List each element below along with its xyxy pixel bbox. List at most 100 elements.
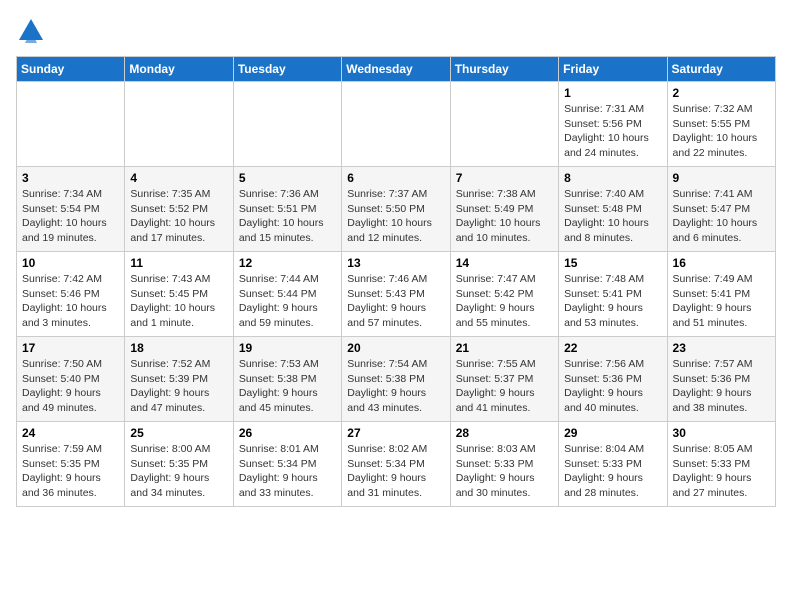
day-info: Sunrise: 7:56 AM Sunset: 5:36 PM Dayligh… (564, 357, 661, 416)
day-number: 15 (564, 256, 661, 270)
day-number: 3 (22, 171, 119, 185)
day-info: Sunrise: 7:57 AM Sunset: 5:36 PM Dayligh… (673, 357, 770, 416)
day-info: Sunrise: 7:42 AM Sunset: 5:46 PM Dayligh… (22, 272, 119, 331)
day-number: 2 (673, 86, 770, 100)
calendar-cell: 11 Sunrise: 7:43 AM Sunset: 5:45 PM Dayli… (125, 252, 233, 337)
day-info: Sunrise: 7:55 AM Sunset: 5:37 PM Dayligh… (456, 357, 553, 416)
day-number: 7 (456, 171, 553, 185)
calendar-cell: 21Sunrise: 7:55 AM Sunset: 5:37 PM Dayli… (450, 337, 558, 422)
day-info: Sunrise: 7:50 AM Sunset: 5:40 PM Dayligh… (22, 357, 119, 416)
week-row-5: 24 Sunrise: 7:59 AM Sunset: 5:35 PM Dayli… (17, 422, 776, 507)
day-number: 17 (22, 341, 119, 355)
day-number: 16 (673, 256, 770, 270)
day-number: 10 (22, 256, 119, 270)
calendar-cell: 17 Sunrise: 7:50 AM Sunset: 5:40 PM Dayli… (17, 337, 125, 422)
logo-icon (16, 16, 46, 46)
calendar-cell (342, 82, 450, 167)
logo (16, 16, 50, 46)
calendar-cell: 28 Sunrise: 8:03 AM Sunset: 5:33 PM Dayli… (450, 422, 558, 507)
calendar-cell: 15 Sunrise: 7:48 AM Sunset: 5:41 PM Dayli… (559, 252, 667, 337)
day-number: 25 (130, 426, 227, 440)
day-info: Sunrise: 7:54 AM Sunset: 5:38 PM Dayligh… (347, 357, 444, 416)
calendar-cell: 4 Sunrise: 7:35 AM Sunset: 5:52 PM Daylig… (125, 167, 233, 252)
week-row-4: 17 Sunrise: 7:50 AM Sunset: 5:40 PM Dayli… (17, 337, 776, 422)
day-number: 30 (673, 426, 770, 440)
calendar-cell: 24 Sunrise: 7:59 AM Sunset: 5:35 PM Dayli… (17, 422, 125, 507)
week-row-1: 1 Sunrise: 7:31 AM Sunset: 5:56 PM Daylig… (17, 82, 776, 167)
calendar-cell: 12 Sunrise: 7:44 AM Sunset: 5:44 PM Dayli… (233, 252, 341, 337)
calendar-cell: 10 Sunrise: 7:42 AM Sunset: 5:46 PM Dayli… (17, 252, 125, 337)
day-info: Sunrise: 7:52 AM Sunset: 5:39 PM Dayligh… (130, 357, 227, 416)
calendar-cell: 23 Sunrise: 7:57 AM Sunset: 5:36 PM Dayli… (667, 337, 775, 422)
day-number: 13 (347, 256, 444, 270)
calendar-cell: 13 Sunrise: 7:46 AM Sunset: 5:43 PM Dayli… (342, 252, 450, 337)
calendar-cell (450, 82, 558, 167)
calendar-cell: 8 Sunrise: 7:40 AM Sunset: 5:48 PM Daylig… (559, 167, 667, 252)
day-number: 12 (239, 256, 336, 270)
day-info: Sunrise: 7:48 AM Sunset: 5:41 PM Dayligh… (564, 272, 661, 331)
day-info: Sunrise: 8:03 AM Sunset: 5:33 PM Dayligh… (456, 442, 553, 501)
col-header-saturday: Saturday (667, 57, 775, 82)
day-info: Sunrise: 7:37 AM Sunset: 5:50 PM Dayligh… (347, 187, 444, 246)
day-info: Sunrise: 7:47 AM Sunset: 5:42 PM Dayligh… (456, 272, 553, 331)
calendar-cell: 2Sunrise: 7:32 AM Sunset: 5:55 PM Daylig… (667, 82, 775, 167)
calendar-cell: 18 Sunrise: 7:52 AM Sunset: 5:39 PM Dayli… (125, 337, 233, 422)
day-info: Sunrise: 7:46 AM Sunset: 5:43 PM Dayligh… (347, 272, 444, 331)
calendar-cell: 20 Sunrise: 7:54 AM Sunset: 5:38 PM Dayli… (342, 337, 450, 422)
calendar-cell: 16Sunrise: 7:49 AM Sunset: 5:41 PM Dayli… (667, 252, 775, 337)
day-number: 24 (22, 426, 119, 440)
calendar-cell: 30 Sunrise: 8:05 AM Sunset: 5:33 PM Dayli… (667, 422, 775, 507)
day-number: 6 (347, 171, 444, 185)
col-header-wednesday: Wednesday (342, 57, 450, 82)
calendar-cell: 9Sunrise: 7:41 AM Sunset: 5:47 PM Daylig… (667, 167, 775, 252)
calendar-cell: 1 Sunrise: 7:31 AM Sunset: 5:56 PM Daylig… (559, 82, 667, 167)
day-number: 26 (239, 426, 336, 440)
day-number: 20 (347, 341, 444, 355)
day-number: 19 (239, 341, 336, 355)
day-info: Sunrise: 7:34 AM Sunset: 5:54 PM Dayligh… (22, 187, 119, 246)
day-number: 5 (239, 171, 336, 185)
day-info: Sunrise: 7:59 AM Sunset: 5:35 PM Dayligh… (22, 442, 119, 501)
day-number: 18 (130, 341, 227, 355)
week-row-3: 10 Sunrise: 7:42 AM Sunset: 5:46 PM Dayli… (17, 252, 776, 337)
day-info: Sunrise: 7:40 AM Sunset: 5:48 PM Dayligh… (564, 187, 661, 246)
calendar-cell: 29 Sunrise: 8:04 AM Sunset: 5:33 PM Dayli… (559, 422, 667, 507)
day-info: Sunrise: 7:35 AM Sunset: 5:52 PM Dayligh… (130, 187, 227, 246)
day-info: Sunrise: 7:44 AM Sunset: 5:44 PM Dayligh… (239, 272, 336, 331)
day-info: Sunrise: 7:38 AM Sunset: 5:49 PM Dayligh… (456, 187, 553, 246)
calendar-cell (233, 82, 341, 167)
header-row: SundayMondayTuesdayWednesdayThursdayFrid… (17, 57, 776, 82)
page-header (16, 16, 776, 46)
calendar-cell: 6 Sunrise: 7:37 AM Sunset: 5:50 PM Daylig… (342, 167, 450, 252)
col-header-friday: Friday (559, 57, 667, 82)
day-info: Sunrise: 8:04 AM Sunset: 5:33 PM Dayligh… (564, 442, 661, 501)
week-row-2: 3 Sunrise: 7:34 AM Sunset: 5:54 PM Daylig… (17, 167, 776, 252)
day-number: 8 (564, 171, 661, 185)
day-number: 29 (564, 426, 661, 440)
day-number: 27 (347, 426, 444, 440)
col-header-sunday: Sunday (17, 57, 125, 82)
day-info: Sunrise: 7:53 AM Sunset: 5:38 PM Dayligh… (239, 357, 336, 416)
col-header-monday: Monday (125, 57, 233, 82)
day-number: 4 (130, 171, 227, 185)
day-number: 22 (564, 341, 661, 355)
col-header-thursday: Thursday (450, 57, 558, 82)
calendar-cell: 3 Sunrise: 7:34 AM Sunset: 5:54 PM Daylig… (17, 167, 125, 252)
day-info: Sunrise: 8:00 AM Sunset: 5:35 PM Dayligh… (130, 442, 227, 501)
calendar-cell (17, 82, 125, 167)
day-info: Sunrise: 7:41 AM Sunset: 5:47 PM Dayligh… (673, 187, 770, 246)
calendar-cell: 7 Sunrise: 7:38 AM Sunset: 5:49 PM Daylig… (450, 167, 558, 252)
calendar-table: SundayMondayTuesdayWednesdayThursdayFrid… (16, 56, 776, 507)
day-number: 28 (456, 426, 553, 440)
day-info: Sunrise: 8:05 AM Sunset: 5:33 PM Dayligh… (673, 442, 770, 501)
day-number: 23 (673, 341, 770, 355)
calendar-cell: 19 Sunrise: 7:53 AM Sunset: 5:38 PM Dayli… (233, 337, 341, 422)
day-info: Sunrise: 8:01 AM Sunset: 5:34 PM Dayligh… (239, 442, 336, 501)
day-number: 11 (130, 256, 227, 270)
day-info: Sunrise: 7:31 AM Sunset: 5:56 PM Dayligh… (564, 102, 661, 161)
calendar-cell: 22 Sunrise: 7:56 AM Sunset: 5:36 PM Dayli… (559, 337, 667, 422)
calendar-cell: 5Sunrise: 7:36 AM Sunset: 5:51 PM Daylig… (233, 167, 341, 252)
day-number: 1 (564, 86, 661, 100)
day-info: Sunrise: 7:43 AM Sunset: 5:45 PM Dayligh… (130, 272, 227, 331)
day-number: 14 (456, 256, 553, 270)
